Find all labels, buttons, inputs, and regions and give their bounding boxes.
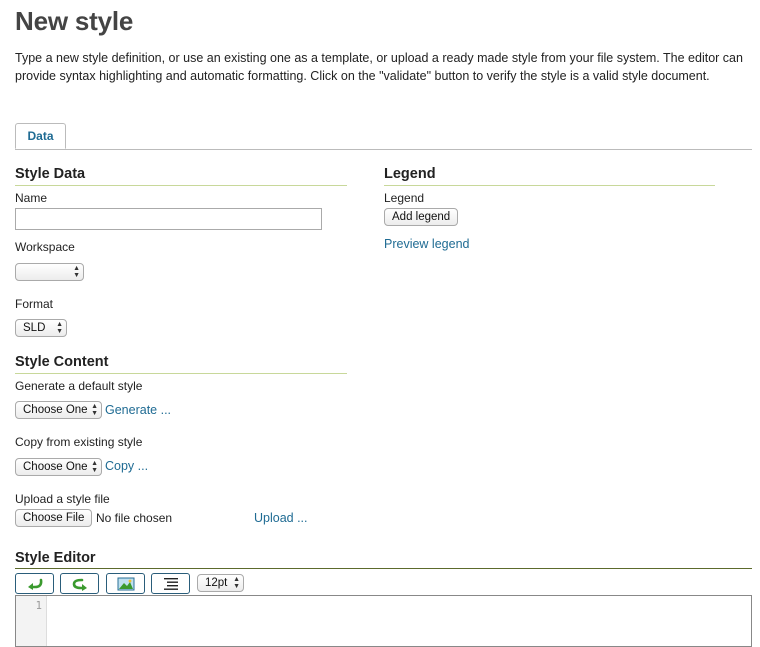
- legend-label: Legend: [384, 191, 425, 205]
- workspace-select[interactable]: ▲ ▼: [15, 263, 84, 281]
- tab-bar: Data: [15, 123, 752, 150]
- format-button[interactable]: [151, 573, 190, 594]
- name-input[interactable]: [15, 208, 322, 230]
- legend-divider: [384, 185, 715, 186]
- image-icon: [117, 577, 134, 590]
- undo-button[interactable]: [15, 573, 54, 594]
- format-select[interactable]: SLD ▲ ▼: [15, 319, 67, 337]
- upload-label: Upload a style file: [15, 492, 110, 506]
- generate-style-select[interactable]: Choose One ▲ ▼: [15, 401, 102, 419]
- workspace-label: Workspace: [15, 240, 75, 254]
- format-text-icon: [163, 577, 178, 590]
- page-intro: Type a new style definition, or use an e…: [15, 51, 743, 83]
- select-arrows-icon: ▲ ▼: [233, 576, 240, 590]
- generate-link[interactable]: Generate ...: [105, 403, 171, 417]
- choose-file-button[interactable]: Choose File: [15, 509, 93, 527]
- select-arrows-icon: ▲ ▼: [91, 403, 98, 417]
- style-content-heading: Style Content: [15, 354, 109, 370]
- generate-select-value: Choose One: [23, 404, 88, 416]
- legend-heading: Legend: [384, 166, 436, 182]
- tab-data[interactable]: Data: [15, 123, 66, 149]
- upload-link[interactable]: Upload ...: [254, 511, 308, 525]
- format-select-value: SLD: [23, 322, 46, 334]
- style-data-divider: [15, 185, 347, 186]
- editor-toolbar-divider: [15, 568, 752, 569]
- insert-image-button[interactable]: [106, 573, 145, 594]
- select-arrows-icon: ▲ ▼: [56, 321, 63, 335]
- page-title: New style: [15, 6, 134, 36]
- line-number: 1: [35, 600, 42, 612]
- copy-style-select[interactable]: Choose One ▲ ▼: [15, 458, 102, 476]
- editor-gutter: 1: [16, 596, 47, 646]
- preview-legend-link[interactable]: Preview legend: [384, 237, 469, 251]
- redo-button[interactable]: [60, 573, 99, 594]
- copy-label: Copy from existing style: [15, 435, 143, 449]
- style-editor-heading: Style Editor: [15, 550, 96, 566]
- redo-arrow-icon: [72, 578, 87, 591]
- font-size-select[interactable]: 12pt ▲ ▼: [197, 574, 244, 592]
- generate-label: Generate a default style: [15, 379, 143, 393]
- name-label: Name: [15, 191, 48, 205]
- add-legend-button[interactable]: Add legend: [384, 208, 459, 226]
- font-size-value: 12pt: [205, 577, 228, 589]
- copy-link[interactable]: Copy ...: [105, 459, 148, 473]
- copy-select-value: Choose One: [23, 461, 88, 473]
- style-editor-textarea[interactable]: 1: [15, 595, 752, 647]
- undo-arrow-icon: [27, 578, 42, 590]
- style-content-divider: [15, 373, 347, 374]
- select-arrows-icon: ▲ ▼: [73, 265, 80, 279]
- no-file-chosen-text: No file chosen: [96, 511, 173, 525]
- new-style-page: New style Type a new style definition, o…: [15, 0, 752, 647]
- select-arrows-icon: ▲ ▼: [91, 460, 98, 474]
- style-data-heading: Style Data: [15, 166, 86, 182]
- format-label: Format: [15, 297, 54, 311]
